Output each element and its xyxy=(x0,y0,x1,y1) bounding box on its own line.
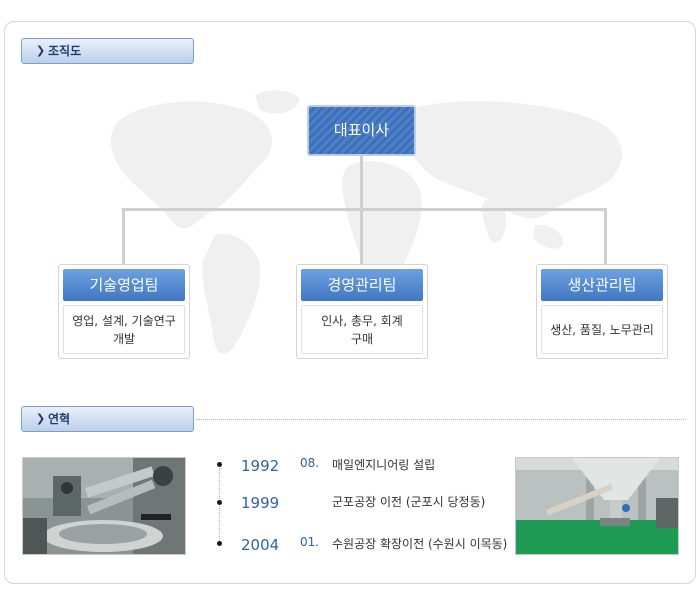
timeline-line xyxy=(219,468,220,545)
history-event: 수원공장 확장이전 (수원시 이목동) xyxy=(332,537,508,551)
timeline-bullet xyxy=(217,500,222,505)
connector-team-1 xyxy=(122,208,125,265)
history-year: 2004 xyxy=(241,536,280,554)
team-box-management: 경영관리팀 인사, 총무, 회계 구매 xyxy=(296,264,428,359)
team-duties: 생산, 품질, 노무관리 xyxy=(541,305,663,354)
ceo-box: 대표이사 xyxy=(307,105,416,156)
connector-team-3 xyxy=(604,208,607,265)
history-event: 매일엔지니어링 설립 xyxy=(332,458,436,472)
history-section-title: 연혁 xyxy=(48,412,71,426)
team-duties-line: 구매 xyxy=(350,331,374,346)
map-greenland xyxy=(255,90,300,114)
org-chart-section-tab: ❯ 조직도 xyxy=(21,38,194,64)
timeline-bullet xyxy=(217,541,222,546)
history-month: 01. xyxy=(300,535,320,549)
section-divider xyxy=(196,419,686,420)
history-year: 1999 xyxy=(241,494,280,512)
timeline-bullet xyxy=(217,462,222,467)
connector-horizontal xyxy=(122,208,607,211)
map-southeast-asia xyxy=(533,224,564,249)
team-duties-line: 영업, 설계, 기술연구 xyxy=(72,313,176,328)
map-asia xyxy=(401,101,622,219)
team-duties: 영업, 설계, 기술연구 개발 xyxy=(63,305,185,354)
factory-illustration xyxy=(516,458,678,554)
team-duties-line: 개발 xyxy=(112,331,136,346)
team-box-sales-engineering: 기술영업팀 영업, 설계, 기술연구 개발 xyxy=(58,264,190,359)
factory-photo xyxy=(515,457,679,555)
history-month: 08. xyxy=(300,456,320,470)
history-year: 1992 xyxy=(241,457,280,475)
map-south-america xyxy=(202,234,261,354)
ceo-label: 대표이사 xyxy=(333,121,390,139)
machinery-photo xyxy=(22,457,186,555)
team-name: 경영관리팀 xyxy=(301,269,423,301)
chevron-right-icon: ❯ xyxy=(36,412,46,425)
connector-team-2 xyxy=(360,208,363,265)
team-duties: 인사, 총무, 회계 구매 xyxy=(301,305,423,354)
team-name: 기술영업팀 xyxy=(63,269,185,301)
team-duties-line: 인사, 총무, 회계 xyxy=(321,313,403,328)
team-name: 생산관리팀 xyxy=(541,269,663,301)
history-event: 군포공장 이전 (군포시 당정동) xyxy=(332,495,486,509)
team-box-production: 생산관리팀 생산, 품질, 노무관리 xyxy=(536,264,668,359)
org-chart-section-title: 조직도 xyxy=(48,44,82,58)
connector-ceo-down xyxy=(360,156,363,209)
team-duties-line: 생산, 품질, 노무관리 xyxy=(550,322,654,337)
history-section-tab: ❯ 연혁 xyxy=(21,406,194,432)
chevron-right-icon: ❯ xyxy=(36,44,46,57)
machinery-illustration xyxy=(23,458,185,554)
